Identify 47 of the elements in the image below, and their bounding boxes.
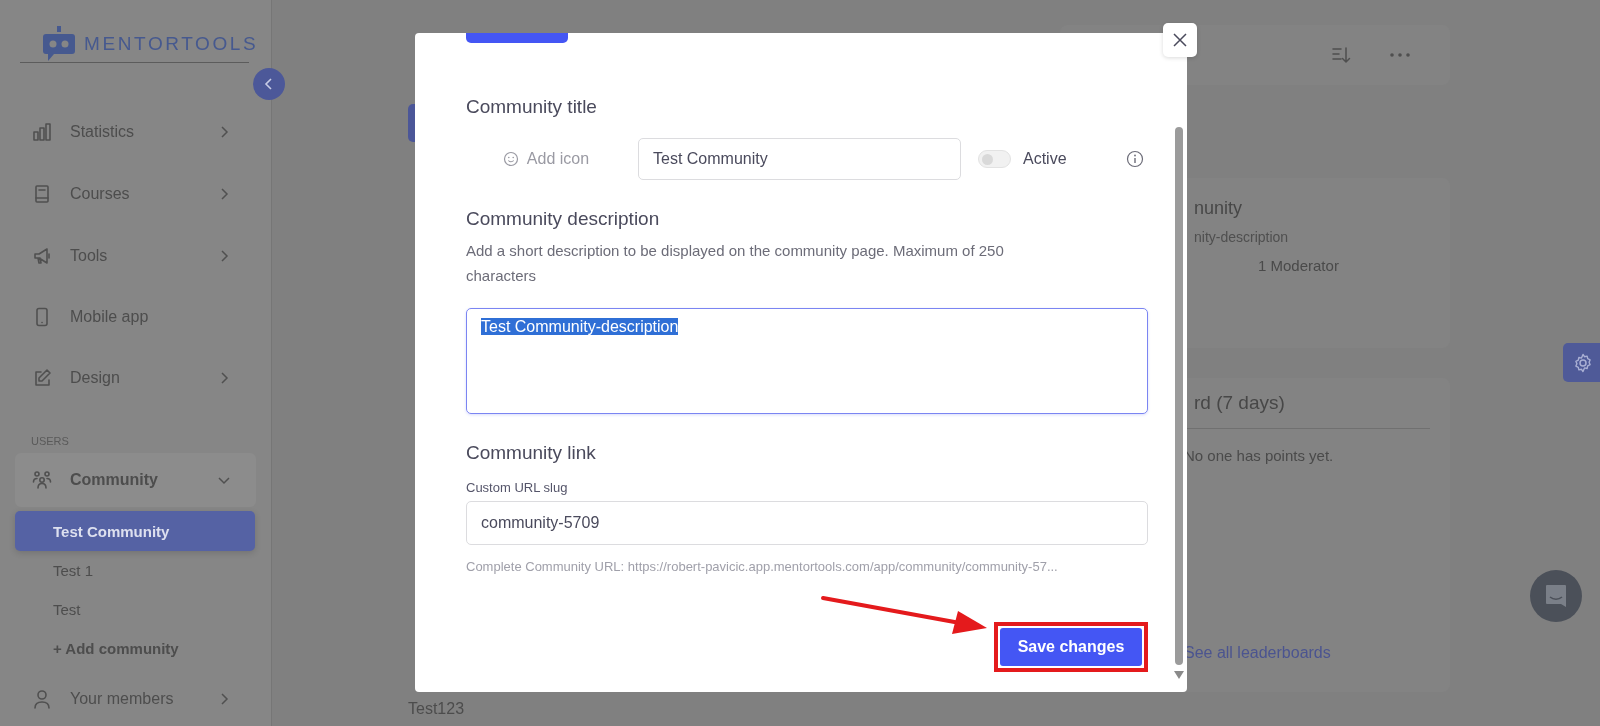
description-field[interactable]: Test Community-description [466,308,1148,414]
add-community-link[interactable]: + Add community [15,629,255,668]
close-button[interactable] [1163,23,1197,57]
megaphone-icon [32,246,52,266]
book-icon [32,184,52,204]
community-title: nunity [1194,198,1244,219]
sidebar-item[interactable]: Mobile app [0,287,271,347]
help-text: Add a short description to be displayed on the community page. Maximum of 250 characters [466,241,1005,286]
person-icon [32,689,52,709]
scrollbar-thumb[interactable] [1175,127,1183,665]
gear-icon [1573,352,1593,373]
add-icon-button[interactable]: Add icon [466,138,626,180]
people-icon [32,470,52,490]
sidebar-item[interactable]: Your members [0,668,271,726]
sidebar-subitem[interactable]: Test Community [15,511,255,551]
smiley-icon [502,151,519,167]
chat-icon [1544,583,1568,609]
sidebar-item[interactable]: Courses [0,163,271,225]
bar-chart-icon [32,122,52,142]
sort-icon [1330,44,1352,66]
close-icon [1173,33,1187,47]
sidebar-subitem[interactable]: Test 1 [15,551,255,590]
sidebar-item[interactable]: Design [0,347,271,409]
logo-text: MENTORTOOLS [84,33,259,55]
slug-field[interactable]: community-5709 [466,501,1148,545]
active-toggle[interactable] [978,150,1011,168]
save-button[interactable]: Save changes [1000,628,1142,666]
robot-logo-icon [42,26,76,62]
collapse-button[interactable] [253,68,285,100]
community-url-text: Complete Community URL: https://robert-pavicic.app.mentortools.com/app/community/community-57... [466,559,1059,574]
more-icon [1390,53,1410,57]
title-field[interactable]: Test Community [638,138,961,180]
scroll-down-icon [1174,671,1184,679]
info-icon [1126,150,1144,168]
chat-button[interactable] [1530,570,1582,622]
leaderboard-title: rd (7 days) [1193,392,1286,414]
sidebar-item[interactable]: Tools [0,225,271,287]
settings-button[interactable] [1563,343,1600,382]
sidebar-item[interactable]: Statistics [0,101,271,163]
moderator-count: 1 Moderator [1258,257,1340,274]
pencil-icon [32,368,52,388]
section-heading: Community title [466,96,598,118]
toggle-label: Active [1023,150,1067,168]
field-label: Custom URL slug [466,480,569,495]
sidebar-subitem[interactable]: Test [15,590,255,629]
section-heading: Community description [466,208,661,230]
section-heading: Community link [466,442,597,464]
